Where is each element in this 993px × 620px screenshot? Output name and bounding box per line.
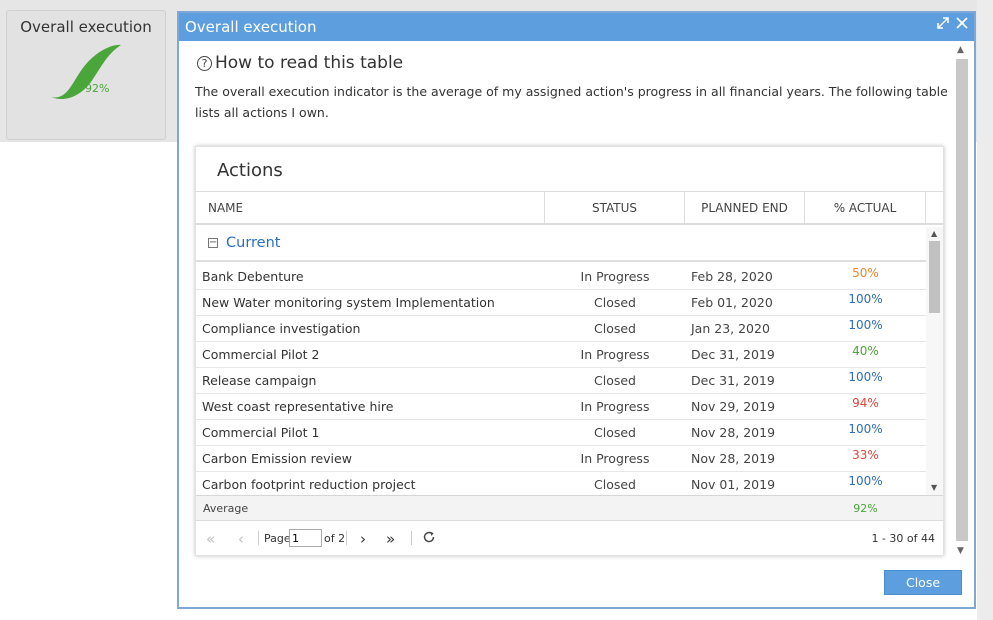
cell-name: Carbon footprint reduction project <box>202 477 416 492</box>
dialog-body: ? How to read this table The overall exe… <box>179 41 962 609</box>
table-body: − Current Bank Debenture In Progress Feb 2… <box>196 227 943 495</box>
cell-planned-end: Dec 31, 2019 <box>691 373 775 388</box>
cell-actual: 100% <box>848 422 883 436</box>
cell-planned-end: Jan 23, 2020 <box>691 321 770 336</box>
summary-value: 92% <box>853 502 878 515</box>
group-row-current[interactable]: − Current <box>196 227 926 262</box>
cell-actual: 100% <box>848 474 883 488</box>
widget-title: Overall execution <box>20 18 152 36</box>
pager-divider <box>411 531 412 545</box>
help-heading: ? How to read this table <box>197 53 403 73</box>
column-header-spacer <box>926 192 943 224</box>
cell-status: In Progress <box>580 347 650 362</box>
cell-name: Commercial Pilot 1 <box>202 425 320 440</box>
maximize-icon[interactable] <box>936 16 950 34</box>
cell-status: Closed <box>594 321 636 336</box>
cell-status: Closed <box>594 295 636 310</box>
widget-percent: 92% <box>85 82 110 95</box>
close-icon[interactable] <box>955 16 969 34</box>
first-page-icon[interactable]: « <box>206 530 215 548</box>
cell-status: In Progress <box>580 269 650 284</box>
cell-name: Bank Debenture <box>202 269 304 284</box>
table-rows: Bank Debenture In Progress Feb 28, 2020 50%… <box>196 264 926 495</box>
column-header-name[interactable]: NAME <box>196 192 545 224</box>
help-title: How to read this table <box>215 53 404 73</box>
page-number-input[interactable] <box>289 529 322 547</box>
cell-name: Release campaign <box>202 373 317 388</box>
column-header-status[interactable]: STATUS <box>545 192 685 224</box>
cell-planned-end: Nov 01, 2019 <box>691 477 776 492</box>
table-row[interactable]: New Water monitoring system Implementati… <box>196 290 926 316</box>
paging-info: 1 - 30 of 44 <box>871 532 935 545</box>
table-row[interactable]: Commercial Pilot 2 In Progress Dec 31, 201… <box>196 342 926 368</box>
column-header-actual[interactable]: % ACTUAL <box>805 192 926 224</box>
table-row[interactable]: Carbon footprint reduction project Closed… <box>196 472 926 495</box>
prev-page-icon[interactable]: ‹ <box>238 530 244 548</box>
gauge-icon <box>51 44 121 100</box>
cell-actual: 40% <box>852 344 879 358</box>
pager-divider <box>346 531 347 545</box>
scroll-down-icon[interactable]: ▼ <box>957 546 964 556</box>
help-description: The overall execution indicator is the a… <box>195 84 948 120</box>
page-label: Page <box>264 532 291 545</box>
page-count-label: of 2 <box>324 532 346 545</box>
dialog-title: Overall execution <box>185 18 317 36</box>
scrollbar-thumb[interactable] <box>929 241 940 313</box>
question-icon: ? <box>197 55 212 71</box>
table-header: NAME STATUS PLANNED END % ACTUAL <box>196 191 943 225</box>
cell-actual: 100% <box>848 292 883 306</box>
next-page-icon[interactable]: › <box>360 530 366 548</box>
cell-planned-end: Nov 28, 2019 <box>691 451 776 466</box>
cell-name: New Water monitoring system Implementati… <box>202 295 495 310</box>
table-row[interactable]: Carbon Emission review In Progress Nov 28,… <box>196 446 926 472</box>
overall-execution-dialog: Overall execution ? How to read this tab… <box>177 11 976 609</box>
scroll-up-icon[interactable]: ▲ <box>931 229 937 238</box>
table-scrollbar[interactable]: ▲ ▼ <box>926 227 943 495</box>
dialog-scrollbar[interactable]: ▲ ▼ <box>952 43 972 559</box>
scrollbar-thumb[interactable] <box>956 59 968 541</box>
overall-execution-widget[interactable]: Overall execution 92% <box>6 10 166 140</box>
cell-status: Closed <box>594 477 636 492</box>
cell-actual: 50% <box>852 266 879 280</box>
cell-name: Commercial Pilot 2 <box>202 347 320 362</box>
cell-planned-end: Feb 01, 2020 <box>691 295 773 310</box>
close-button[interactable]: Close <box>884 570 962 595</box>
cell-status: In Progress <box>580 399 650 414</box>
cell-status: Closed <box>594 425 636 440</box>
last-page-icon[interactable]: » <box>386 530 395 548</box>
summary-label: Average <box>203 502 249 515</box>
cell-planned-end: Feb 28, 2020 <box>691 269 773 284</box>
cell-actual: 100% <box>848 370 883 384</box>
scroll-up-icon[interactable]: ▲ <box>957 45 964 55</box>
cell-actual: 33% <box>852 448 879 462</box>
column-header-planned-end[interactable]: PLANNED END <box>685 192 805 224</box>
summary-row: Average 92% <box>196 495 943 521</box>
actions-title: Actions <box>217 160 283 181</box>
dialog-header: Overall execution <box>179 13 974 41</box>
cell-name: West coast representative hire <box>202 399 394 414</box>
cell-planned-end: Nov 29, 2019 <box>691 399 776 414</box>
table-row[interactable]: Bank Debenture In Progress Feb 28, 2020 50% <box>196 264 926 290</box>
refresh-icon[interactable] <box>422 530 436 548</box>
page-right-strip <box>977 0 993 620</box>
cell-name: Carbon Emission review <box>202 451 352 466</box>
group-label: Current <box>226 235 281 251</box>
collapse-icon[interactable]: − <box>208 238 218 248</box>
scroll-down-icon[interactable]: ▼ <box>931 483 937 492</box>
table-row[interactable]: West coast representative hire In Progres… <box>196 394 926 420</box>
table-row[interactable]: Commercial Pilot 1 Closed Nov 28, 2019 100% <box>196 420 926 446</box>
cell-status: Closed <box>594 373 636 388</box>
cell-actual: 94% <box>852 396 879 410</box>
cell-name: Compliance investigation <box>202 321 361 336</box>
cell-planned-end: Nov 28, 2019 <box>691 425 776 440</box>
cell-status: In Progress <box>580 451 650 466</box>
pager-divider <box>258 531 259 545</box>
table-row[interactable]: Release campaign Closed Dec 31, 2019 100% <box>196 368 926 394</box>
actions-panel: Actions NAME STATUS PLANNED END % ACTUAL… <box>195 146 944 556</box>
cell-planned-end: Dec 31, 2019 <box>691 347 775 362</box>
cell-actual: 100% <box>848 318 883 332</box>
table-row[interactable]: Compliance investigation Closed Jan 23, 20… <box>196 316 926 342</box>
pagination-bar: « ‹ Page of 2 › » 1 - 30 of 44 <box>196 523 943 555</box>
